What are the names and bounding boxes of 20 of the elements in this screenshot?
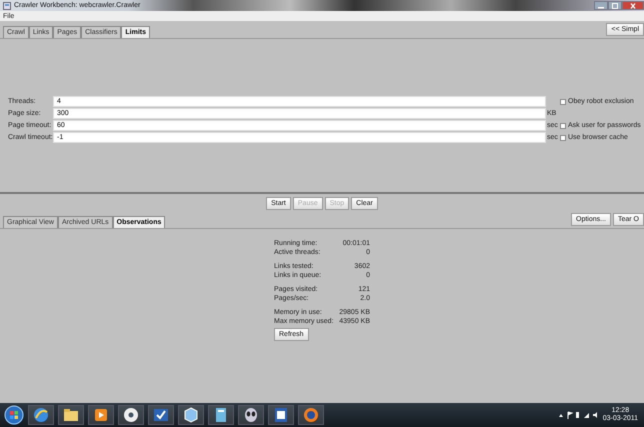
- folder-icon[interactable]: [58, 405, 84, 425]
- start-button[interactable]: [4, 405, 24, 425]
- book-icon[interactable]: [208, 405, 234, 425]
- media-player-icon[interactable]: [88, 405, 114, 425]
- cube-icon[interactable]: [178, 405, 204, 425]
- checkbox[interactable]: [560, 98, 566, 104]
- close-button[interactable]: [622, 1, 644, 10]
- document-icon[interactable]: [268, 405, 294, 425]
- minimize-button[interactable]: [594, 1, 608, 10]
- checkmark-icon[interactable]: [148, 405, 174, 425]
- maximize-button[interactable]: [608, 1, 622, 10]
- window-icon: [3, 2, 11, 10]
- maximize-icon: [611, 2, 619, 8]
- tray-icons[interactable]: [556, 411, 597, 419]
- close-icon: [629, 2, 637, 8]
- alien-icon[interactable]: [238, 405, 264, 425]
- checkbox[interactable]: [560, 122, 566, 128]
- browser-icon[interactable]: [28, 405, 54, 425]
- fox-icon[interactable]: [298, 405, 324, 425]
- checkbox[interactable]: [560, 134, 566, 140]
